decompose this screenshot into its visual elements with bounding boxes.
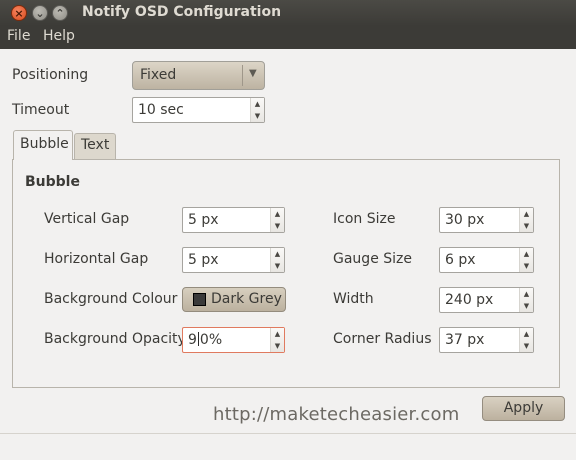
spin-down-icon[interactable]: ▼ (271, 220, 284, 232)
colour-swatch (193, 293, 206, 306)
menu-help[interactable]: Help (43, 28, 75, 44)
text-caret (197, 332, 199, 346)
spin-buttons: ▲ ▼ (270, 248, 284, 272)
gauge-size-spinbox[interactable]: 6 px ▲ ▼ (439, 247, 534, 273)
background-colour-button[interactable]: Dark Grey (182, 287, 286, 312)
positioning-label: Positioning (12, 67, 89, 83)
close-icon[interactable]: × (11, 5, 27, 21)
apply-button[interactable]: Apply (482, 396, 565, 421)
section-title: Bubble (25, 174, 80, 190)
positioning-combo[interactable]: Fixed ▼ (132, 61, 265, 90)
minimize-icon[interactable]: ⌄ (32, 5, 48, 21)
background-opacity-spinbox[interactable]: 9 0% ▲ ▼ (182, 327, 285, 353)
spin-down-icon[interactable]: ▼ (520, 300, 533, 312)
spin-buttons: ▲ ▼ (270, 328, 284, 352)
icon-size-spinbox[interactable]: 30 px ▲ ▼ (439, 207, 534, 233)
spin-buttons: ▲ ▼ (519, 248, 533, 272)
icon-size-label: Icon Size (333, 211, 396, 227)
spin-buttons: ▲ ▼ (519, 288, 533, 312)
background-colour-value: Dark Grey (211, 291, 282, 307)
vertical-gap-value: 5 px (188, 212, 219, 228)
background-colour-label: Background Colour (44, 291, 178, 307)
corner-radius-value: 37 px (445, 332, 485, 348)
spin-buttons: ▲ ▼ (519, 208, 533, 232)
spin-up-icon[interactable]: ▲ (271, 248, 284, 260)
gauge-size-label: Gauge Size (333, 251, 412, 267)
tab-text-label: Text (81, 137, 110, 153)
vertical-gap-spinbox[interactable]: 5 px ▲ ▼ (182, 207, 285, 233)
tab-text[interactable]: Text (74, 133, 116, 159)
combo-separator (242, 65, 243, 86)
spin-down-icon[interactable]: ▼ (271, 260, 284, 272)
opacity-text-before: 9 (188, 332, 197, 348)
spin-down-icon[interactable]: ▼ (520, 260, 533, 272)
spin-up-icon[interactable]: ▲ (520, 288, 533, 300)
spin-buttons: ▲ ▼ (250, 98, 264, 122)
spin-up-icon[interactable]: ▲ (520, 208, 533, 220)
icon-size-value: 30 px (445, 212, 485, 228)
timeout-label: Timeout (12, 102, 70, 118)
width-label: Width (333, 291, 374, 307)
tab-bubble[interactable]: Bubble (13, 130, 73, 160)
vertical-gap-label: Vertical Gap (44, 211, 130, 227)
menu-bar: File Help (0, 26, 576, 49)
background-opacity-value: 9 0% (188, 332, 222, 348)
spin-buttons: ▲ ▼ (519, 328, 533, 352)
window-title: Notify OSD Configuration (82, 4, 282, 20)
corner-radius-label: Corner Radius (333, 331, 432, 347)
spin-up-icon[interactable]: ▲ (251, 98, 264, 110)
opacity-text-after: 0% (199, 332, 223, 348)
menu-file[interactable]: File (7, 28, 30, 44)
spin-up-icon[interactable]: ▲ (520, 328, 533, 340)
background-opacity-label: Background Opacity (44, 331, 186, 347)
width-value: 240 px (445, 292, 494, 308)
horizontal-gap-spinbox[interactable]: 5 px ▲ ▼ (182, 247, 285, 273)
corner-radius-spinbox[interactable]: 37 px ▲ ▼ (439, 327, 534, 353)
spin-up-icon[interactable]: ▲ (520, 248, 533, 260)
title-bar: × ⌄ ⌃ Notify OSD Configuration (0, 0, 576, 26)
spin-up-icon[interactable]: ▲ (271, 328, 284, 340)
dropdown-arrow-icon: ▼ (249, 68, 257, 79)
bottom-divider (0, 433, 576, 434)
spin-down-icon[interactable]: ▼ (251, 110, 264, 122)
spin-down-icon[interactable]: ▼ (520, 220, 533, 232)
spin-down-icon[interactable]: ▼ (271, 340, 284, 352)
spin-down-icon[interactable]: ▼ (520, 340, 533, 352)
maximize-icon[interactable]: ⌃ (52, 5, 68, 21)
bubble-panel (12, 159, 560, 388)
positioning-value: Fixed (140, 67, 177, 83)
tab-bubble-label: Bubble (20, 136, 69, 152)
horizontal-gap-value: 5 px (188, 252, 219, 268)
width-spinbox[interactable]: 240 px ▲ ▼ (439, 287, 534, 313)
spin-buttons: ▲ ▼ (270, 208, 284, 232)
gauge-size-value: 6 px (445, 252, 476, 268)
horizontal-gap-label: Horizontal Gap (44, 251, 149, 267)
watermark-text: http://maketecheasier.com (213, 404, 460, 425)
spin-up-icon[interactable]: ▲ (271, 208, 284, 220)
timeout-value: 10 sec (138, 102, 184, 118)
timeout-spinbox[interactable]: 10 sec ▲ ▼ (132, 97, 265, 123)
